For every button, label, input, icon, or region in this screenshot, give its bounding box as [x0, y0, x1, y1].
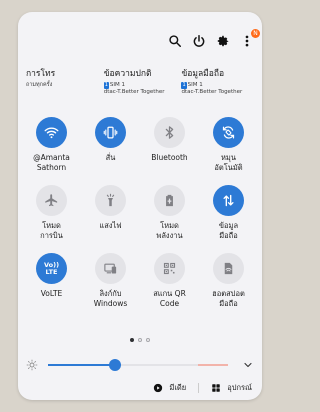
tile-flashlight[interactable]: แสงไฟ	[82, 185, 140, 241]
sim-1-icon: 1	[181, 82, 187, 89]
airplane-icon	[36, 185, 67, 216]
qr-code-icon	[154, 253, 185, 284]
link-to-windows-icon	[95, 253, 126, 284]
tile-wifi[interactable]: @Amanta Sathorn	[23, 117, 81, 173]
sim-calls-title: การโทร	[26, 69, 56, 79]
media-label[interactable]: มีเดีย	[169, 382, 186, 394]
tile-volte-label: VoLTE	[40, 289, 63, 298]
battery-icon	[154, 185, 185, 216]
auto-rotate-icon	[213, 117, 244, 148]
brightness-slider[interactable]	[48, 359, 228, 371]
quick-tiles-grid: @Amanta Sathorn สั่น Bluetooth หมุน อัตโนม…	[18, 117, 262, 321]
bottom-bar: มีเดีย อุปกรณ์	[153, 382, 252, 394]
sim-messages-title: ข้อความปกติ	[103, 69, 152, 79]
tile-hotspot[interactable]: ฮอตสปอต มือถือ	[200, 253, 258, 309]
brightness-warm-segment	[198, 364, 228, 366]
tile-bluetooth-label: Bluetooth	[151, 153, 188, 162]
sim-data-sim: SIM 1	[187, 82, 203, 88]
tile-qr-scanner[interactable]: สแกน QR Code	[141, 253, 199, 309]
devices-icon[interactable]	[211, 383, 221, 393]
tile-wifi-label: @Amanta	[33, 153, 70, 162]
wifi-icon	[36, 117, 67, 148]
tile-flashlight-label: แสงไฟ	[99, 221, 122, 230]
tile-auto-rotate[interactable]: หมุน อัตโนมัติ	[200, 117, 258, 173]
brightness-fill	[48, 364, 115, 366]
tile-auto-rotate-label-2: อัตโนมัติ	[214, 163, 243, 172]
page-dot-3[interactable]	[146, 338, 150, 342]
sim-data-title: ข้อมูลมือถือ	[181, 69, 225, 79]
search-icon[interactable]	[168, 34, 182, 48]
tile-mobile-data-label-2: มือถือ	[219, 231, 238, 240]
sim-data-carrier: dtac-T.Better Together	[181, 89, 243, 95]
tile-qr-scanner-label: สแกน QR	[153, 289, 186, 298]
sim-settings-row: การโทร ถามทุกครั้ง ข้อความปกติ 1 SIM 1 dt…	[26, 66, 258, 96]
tile-airplane[interactable]: โหมด การบิน	[23, 185, 81, 241]
sim-data-sub: 1 SIM 1 dtac-T.Better Together	[181, 82, 258, 96]
tile-power-saving-label-2: พลังงาน	[156, 231, 183, 240]
mobile-data-arrows-icon	[213, 185, 244, 216]
sim-messages[interactable]: ข้อความปกติ 1 SIM 1 dtac-T.Better Togethe…	[103, 66, 181, 96]
tile-mobile-data[interactable]: ข้อมูล มือถือ	[200, 185, 258, 241]
brightness-sun-icon	[26, 359, 38, 371]
tile-volte[interactable]: Vo)) LTE VoLTE	[23, 253, 81, 309]
page-dot-2[interactable]	[138, 338, 142, 342]
tile-vibrate[interactable]: สั่น	[82, 117, 140, 173]
tile-link-to-windows[interactable]: ลิงก์กับ Windows	[82, 253, 140, 309]
notification-badge: N	[251, 29, 260, 38]
tile-mobile-data-label: ข้อมูล	[218, 221, 239, 230]
tile-bluetooth[interactable]: Bluetooth	[141, 117, 199, 173]
volte-icon: Vo)) LTE	[36, 253, 67, 284]
sim-calls-sub: ถามทุกครั้ง	[26, 82, 53, 88]
brightness-thumb[interactable]	[108, 359, 121, 371]
top-icons: N	[168, 29, 260, 48]
bluetooth-icon	[154, 117, 185, 148]
devices-label[interactable]: อุปกรณ์	[227, 382, 252, 394]
sim-1-icon: 1	[103, 82, 109, 89]
settings-gear-icon[interactable]	[216, 34, 230, 48]
tile-hotspot-label-2: มือถือ	[219, 299, 238, 308]
power-icon[interactable]	[192, 34, 206, 48]
sim-messages-carrier: dtac-T.Better Together	[103, 89, 165, 95]
page-indicator	[18, 338, 262, 342]
sim-data[interactable]: ข้อมูลมือถือ 1 SIM 1 dtac-T.Better Togeth…	[181, 66, 258, 96]
brightness-control	[26, 358, 254, 372]
tile-link-to-windows-label-2: Windows	[93, 299, 128, 308]
tile-power-saving-label: โหมด	[160, 221, 179, 230]
page-dot-1[interactable]	[130, 338, 134, 342]
chevron-down-icon[interactable]	[242, 359, 254, 371]
flashlight-icon	[95, 185, 126, 216]
more-options-icon[interactable]: N	[240, 29, 260, 48]
tile-airplane-label: โหมด	[42, 221, 61, 230]
sim-calls[interactable]: การโทร ถามทุกครั้ง	[26, 66, 103, 96]
sim-messages-sub: 1 SIM 1 dtac-T.Better Together	[103, 82, 181, 96]
sim-messages-sim: SIM 1	[109, 82, 126, 88]
hotspot-icon	[213, 253, 244, 284]
tile-vibrate-label: สั่น	[105, 153, 116, 162]
volte-icon-line2: LTE	[45, 267, 58, 276]
tile-airplane-label-2: การบิน	[40, 231, 63, 240]
tile-qr-scanner-label-2: Code	[159, 299, 180, 308]
media-play-icon[interactable]	[153, 383, 163, 393]
quick-settings-panel: N การโทร ถามทุกครั้ง ข้อความปกติ 1 SIM 1 …	[18, 12, 262, 400]
tile-auto-rotate-label: หมุน	[220, 153, 236, 162]
separator	[198, 383, 200, 393]
tile-wifi-label-2: Sathorn	[36, 163, 67, 172]
tile-link-to-windows-label: ลิงก์กับ	[99, 289, 122, 298]
tile-hotspot-label: ฮอตสปอต	[212, 289, 245, 298]
tile-power-saving[interactable]: โหมด พลังงาน	[141, 185, 199, 241]
vibrate-icon	[95, 117, 126, 148]
